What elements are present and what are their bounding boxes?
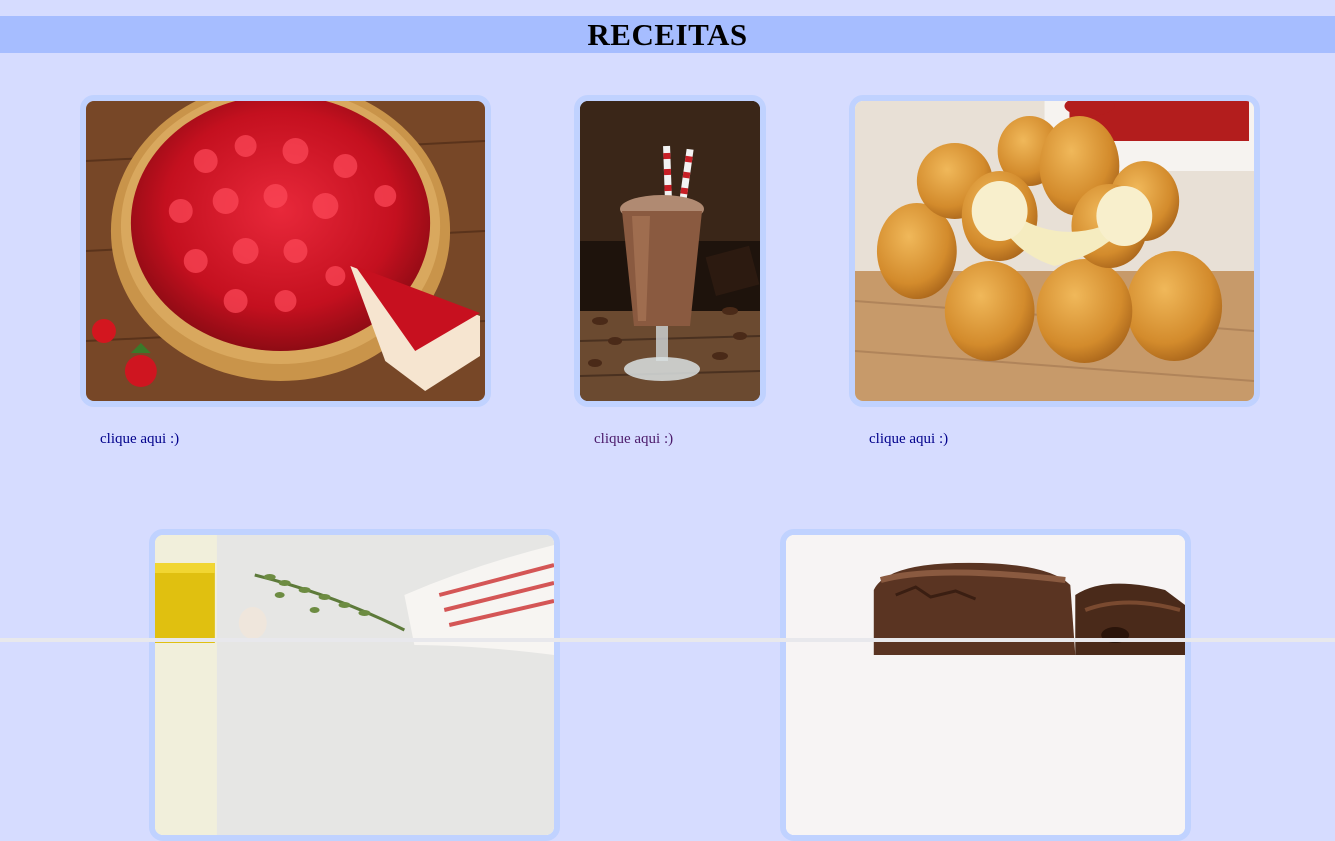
chocolate-milkshake-card[interactable]	[574, 95, 766, 407]
page-title: RECEITAS	[587, 17, 748, 52]
strawberry-pie-image	[86, 101, 485, 401]
strawberry-pie-link[interactable]: clique aqui :)	[100, 431, 179, 448]
window-bottom-edge	[0, 638, 1335, 642]
chocolate-milkshake-link[interactable]: clique aqui :)	[594, 431, 673, 448]
strawberry-pie-card[interactable]	[80, 95, 491, 407]
brownie-card[interactable]	[780, 529, 1191, 841]
cheese-croquettes-link[interactable]: clique aqui :)	[869, 431, 948, 448]
chocolate-milkshake-image	[580, 101, 760, 401]
cheese-croquettes-card[interactable]	[849, 95, 1260, 407]
olive-oil-herbs-image	[155, 535, 554, 835]
olive-oil-herbs-card[interactable]	[149, 529, 560, 841]
brownie-image	[786, 535, 1185, 835]
cheese-croquettes-image	[855, 101, 1254, 401]
page-header: RECEITAS	[0, 16, 1335, 53]
